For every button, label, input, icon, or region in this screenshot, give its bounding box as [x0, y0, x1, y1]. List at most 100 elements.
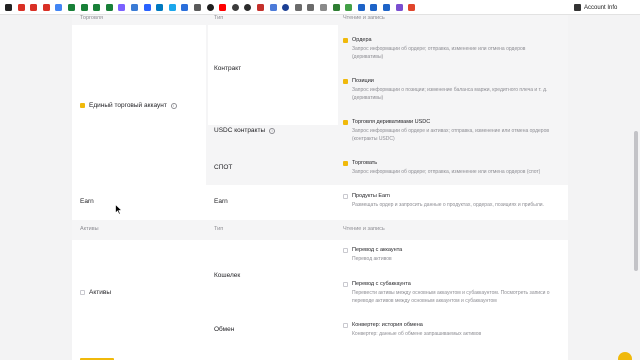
- type-spot: СПОТ: [214, 164, 233, 171]
- permission-title: Ордера: [352, 37, 372, 43]
- type-earn: Earn: [214, 198, 228, 205]
- shield-icon[interactable]: [269, 4, 277, 11]
- circle-icon[interactable]: [282, 4, 290, 11]
- header-access: Чтение и запись: [343, 15, 385, 21]
- trello-icon[interactable]: [156, 4, 164, 11]
- google-sheets-icon[interactable]: [80, 4, 88, 11]
- permission-title: Продукты Earn: [352, 193, 390, 199]
- check-icon[interactable]: [370, 4, 378, 11]
- permission-desc: Конвертер: данные об обмене запрашиваемы…: [352, 331, 482, 337]
- chart-icon[interactable]: [345, 4, 353, 11]
- google-sheets-icon[interactable]: [105, 4, 113, 11]
- header-product: Активы: [80, 226, 99, 232]
- permission-desc: Запрос информации о позиции; изменение б…: [352, 87, 548, 101]
- trading-type-cell: [208, 25, 338, 125]
- gmail-icon[interactable]: [17, 4, 25, 11]
- subaccount-transfer-checkbox[interactable]: [343, 281, 348, 287]
- earn-products-checkbox[interactable]: [343, 193, 348, 199]
- grid-icon[interactable]: [118, 4, 126, 11]
- type-wallet: Кошелек: [214, 272, 241, 279]
- scrollbar-thumb[interactable]: [634, 131, 638, 271]
- converter-history-checkbox[interactable]: [343, 322, 348, 328]
- grid-icon[interactable]: [320, 4, 327, 11]
- permission-trade[interactable]: Торговать Запрос информации об ордере; о…: [343, 160, 558, 177]
- permission-usdc-derivatives[interactable]: Торговля деривативами USDC Запрос информ…: [343, 119, 558, 143]
- gmail-icon[interactable]: [30, 4, 38, 11]
- assets-header-row: [72, 220, 568, 240]
- mouse-cursor-icon: [115, 204, 123, 215]
- permission-positions[interactable]: Позиции Запрос информации о позиции; изм…: [343, 78, 558, 102]
- leaf-icon[interactable]: [332, 4, 340, 11]
- permission-subaccount-transfer[interactable]: Перевод с субаккаунта Перевести активы м…: [343, 281, 558, 305]
- globe-icon[interactable]: [206, 4, 214, 11]
- account-transfer-checkbox[interactable]: [343, 247, 348, 253]
- page-content: Торговля Тип Чтение и запись Единый торг…: [0, 15, 640, 360]
- permission-orders[interactable]: Ордера Запрос информации об ордере; отпр…: [343, 37, 558, 61]
- support-chat-button[interactable]: [618, 352, 632, 360]
- positions-checkbox[interactable]: [343, 78, 348, 84]
- tradingview-icon[interactable]: [143, 4, 151, 11]
- permission-title: Конвертер: история обмена: [352, 322, 423, 328]
- unified-trading-account-checkbox[interactable]: [80, 103, 85, 108]
- permission-desc: Перевести активы между основным аккаунто…: [352, 290, 550, 304]
- globe-icon[interactable]: [231, 4, 239, 11]
- grid-icon[interactable]: [395, 4, 403, 11]
- video-icon[interactable]: [257, 4, 264, 11]
- header-access: Чтение и запись: [343, 226, 385, 232]
- box-icon[interactable]: [194, 4, 201, 11]
- assets-checkbox[interactable]: [80, 290, 85, 295]
- header-type: Тип: [214, 15, 224, 21]
- permission-earn-products[interactable]: Продукты Earn Размещать ордер и запросит…: [343, 193, 558, 210]
- permission-account-transfer[interactable]: Перевод с аккаунта Перевод активов: [343, 247, 558, 264]
- product-earn: Earn: [80, 198, 94, 205]
- permission-title: Перевод с аккаунта: [352, 247, 403, 253]
- google-sheets-icon[interactable]: [68, 4, 75, 11]
- api-permissions-table: Торговля Тип Чтение и запись Единый торг…: [72, 15, 568, 360]
- account-info-label: Account Info: [584, 4, 618, 11]
- permission-title: Позиции: [352, 78, 374, 84]
- product-unified-trading-account[interactable]: Единый торговый аккаунт i: [80, 102, 177, 109]
- type-usdc-contracts: USDC контракты i: [214, 127, 276, 134]
- google-docs-icon[interactable]: [55, 4, 63, 11]
- app-icon[interactable]: [168, 4, 176, 11]
- permission-desc: Запрос информации об ордере и активах; о…: [352, 128, 550, 142]
- grid-icon[interactable]: [307, 4, 315, 11]
- permission-title: Торговля деривативами USDC: [352, 119, 431, 125]
- check-icon[interactable]: [383, 4, 390, 11]
- gmail-icon[interactable]: [42, 4, 50, 11]
- tab-icon[interactable]: [5, 4, 12, 11]
- permission-desc: Запрос информации об ордере; отправка, и…: [352, 169, 541, 175]
- permission-desc: Запрос информации об ордере; отправка, и…: [352, 46, 526, 60]
- permission-desc: Размещать ордер и запросить данные о про…: [352, 202, 544, 208]
- grid-icon[interactable]: [294, 4, 302, 11]
- type-exchange: Обмен: [214, 326, 235, 333]
- trade-checkbox[interactable]: [343, 160, 348, 166]
- trading-product-cell: [72, 25, 206, 205]
- info-icon[interactable]: i: [170, 102, 177, 109]
- orders-checkbox[interactable]: [343, 37, 348, 43]
- header-product: Торговля: [80, 15, 103, 21]
- type-label: USDC контракты: [214, 127, 266, 134]
- youtube-icon[interactable]: [219, 4, 227, 11]
- permission-title: Перевод с субаккаунта: [352, 281, 411, 287]
- grid-icon[interactable]: [131, 4, 138, 11]
- type-contract: Контракт: [214, 65, 242, 72]
- permission-desc: Перевод активов: [352, 256, 392, 262]
- product-label: Единый торговый аккаунт: [89, 102, 167, 109]
- check-icon[interactable]: [357, 4, 365, 11]
- usdc-derivatives-checkbox[interactable]: [343, 119, 348, 125]
- header-type: Тип: [214, 226, 224, 232]
- arrow-icon[interactable]: [181, 4, 189, 11]
- page-scrollbar[interactable]: [632, 15, 640, 360]
- google-sheets-icon[interactable]: [93, 4, 101, 11]
- bookmarks-bar: [0, 0, 640, 15]
- account-info-button[interactable]: Account Info: [574, 2, 640, 13]
- flag-icon[interactable]: [408, 4, 416, 11]
- info-icon[interactable]: i: [269, 127, 276, 134]
- page-margin: [0, 15, 72, 360]
- globe-icon[interactable]: [244, 4, 252, 11]
- account-avatar-icon: [574, 4, 581, 11]
- product-assets[interactable]: Активы: [80, 289, 111, 296]
- permission-converter-history[interactable]: Конвертер: история обмена Конвертер: дан…: [343, 322, 558, 339]
- product-label: Активы: [89, 289, 111, 296]
